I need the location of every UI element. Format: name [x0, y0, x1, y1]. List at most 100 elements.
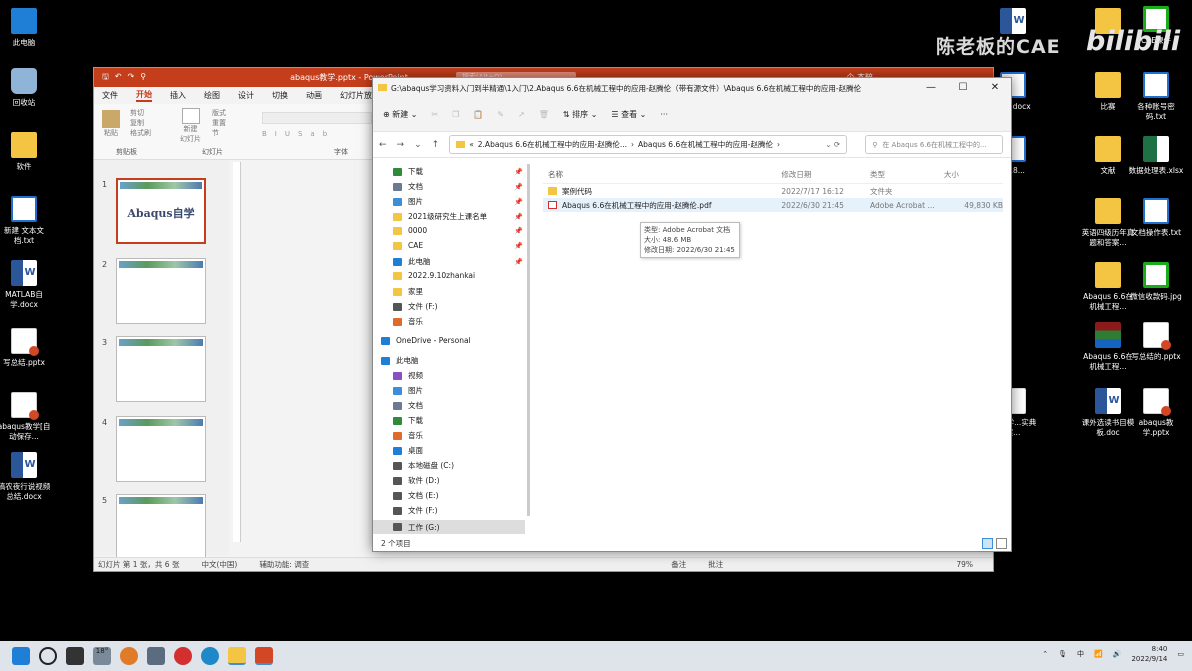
language-indicator[interactable]: 中文(中国)	[201, 559, 237, 570]
nav-item[interactable]: 本地磁盘 (C:)	[393, 460, 523, 471]
forward-arrow-icon[interactable]: →	[397, 140, 405, 150]
desktop-icon[interactable]: abaqus教学.pptx	[1128, 388, 1184, 438]
edge-browser-icon[interactable]	[201, 647, 219, 665]
zoom-level[interactable]: 79%	[956, 560, 973, 569]
dropdown-and-refresh-icon[interactable]: ⌄ ⟳	[825, 140, 840, 149]
cut-button[interactable]: 剪切	[130, 108, 151, 118]
maximize-button[interactable]: ☐	[947, 78, 979, 98]
format-painter-button[interactable]: 格式刷	[130, 128, 151, 138]
desktop-icon[interactable]: W 稿农夜行说视频总结.docx	[0, 452, 52, 502]
nav-item[interactable]: 图片 📌	[393, 196, 523, 207]
slide-thumbnail[interactable]: Abaqus自学	[116, 178, 206, 244]
nav-item[interactable]: 家里	[393, 286, 523, 297]
nav-item[interactable]: 图片	[393, 385, 523, 396]
section-button[interactable]: 节	[212, 128, 226, 138]
reset-button[interactable]: 重置	[212, 118, 226, 128]
desktop-icon[interactable]: 数据处理表.xlsx	[1128, 136, 1184, 176]
delete-icon[interactable]: 🗑	[539, 110, 549, 119]
accessibility-status[interactable]: 辅助功能: 调查	[259, 559, 309, 570]
breadcrumb-item[interactable]: 2.Abaqus 6.6在机械工程中的应用-赵腾伦...	[478, 139, 627, 150]
back-arrow-icon[interactable]: ←	[379, 140, 387, 150]
font-format-buttons[interactable]: BIUSab	[262, 130, 335, 138]
column-name[interactable]: 名称	[543, 169, 781, 180]
nav-item[interactable]: OneDrive - Personal	[381, 336, 511, 345]
tab-file[interactable]: 文件	[102, 90, 118, 101]
explorer-search-box[interactable]: ⚲ 在 Abaqus 6.6在机械工程中的...	[865, 135, 1004, 154]
input-method-icon[interactable]: 中	[1077, 649, 1084, 659]
desktop-icon[interactable]: 微信收款码.jpg	[1128, 262, 1184, 302]
details-view-icon[interactable]	[982, 538, 993, 549]
new-item-button[interactable]: ⊕ 新建 ⌄	[383, 109, 418, 120]
nav-item[interactable]: CAE 📌	[393, 241, 523, 250]
font-name-box[interactable]	[262, 112, 372, 124]
tiles-view-icon[interactable]	[996, 538, 1007, 549]
file-row[interactable]: 案例代码 2022/7/17 16:12 文件夹	[543, 184, 1003, 198]
recent-dropdown-icon[interactable]: ⌄	[414, 140, 422, 150]
slide-thumbnail[interactable]	[116, 258, 206, 324]
slide-thumbnail[interactable]	[116, 336, 206, 402]
start-icon[interactable]	[12, 647, 30, 665]
cut-icon[interactable]: ✂	[432, 110, 439, 119]
desktop-icon[interactable]: 各种账号密码.txt	[1128, 72, 1184, 122]
slide-thumbnail[interactable]	[116, 416, 206, 482]
navigation-pane[interactable]: 下载 📌 文档 📌 图片 📌 2021级研究生上课名单 📌 0000 📌 CAE 📌 此电脑 📌 2022.…	[373, 162, 525, 534]
nav-item[interactable]: 此电脑	[381, 355, 511, 366]
nav-item[interactable]: 文档 (E:)	[393, 490, 523, 501]
desktop-icon[interactable]: 新建 文本文档.txt	[0, 196, 52, 246]
desktop-icon[interactable]: 文档操作表.txt	[1128, 198, 1184, 238]
column-type[interactable]: 类型	[870, 169, 944, 180]
layout-button[interactable]: 版式	[212, 108, 226, 118]
address-bar[interactable]: « 2.Abaqus 6.6在机械工程中的应用-赵腾伦... › Abaqus …	[449, 135, 848, 154]
wifi-icon[interactable]: 📶	[1094, 650, 1103, 658]
nav-item[interactable]: 音乐	[393, 430, 523, 441]
tab-animations[interactable]: 动画	[306, 90, 322, 101]
search-icon[interactable]	[39, 647, 57, 665]
nav-item[interactable]: 音乐	[393, 316, 523, 327]
weather-icon[interactable]: 18°	[93, 647, 111, 665]
new-slide-button[interactable]: 新建 幻灯片	[180, 108, 201, 144]
file-list[interactable]: 名称 修改日期 类型 大小 案例代码 2022/7/17 16:12 文件夹 Abaq…	[543, 166, 1003, 212]
desktop-icon[interactable]: 写总结的.pptx	[1128, 322, 1184, 362]
file-explorer-taskbar-icon[interactable]	[228, 647, 246, 665]
nav-item[interactable]: 下载 📌	[393, 166, 523, 177]
up-arrow-icon[interactable]: ↑	[432, 140, 440, 150]
nav-item[interactable]: 软件 (D:)	[393, 475, 523, 486]
slide-thumbnail[interactable]	[116, 494, 206, 560]
file-row[interactable]: Abaqus 6.6在机械工程中的应用-赵腾伦.pdf 2022/6/30 21:…	[543, 198, 1003, 212]
microphone-icon[interactable]: 🎙	[1058, 650, 1067, 658]
close-button[interactable]: ✕	[979, 78, 1011, 98]
desktop-icon[interactable]: 回收站	[0, 68, 52, 108]
minimize-button[interactable]: —	[915, 78, 947, 98]
breadcrumb-item[interactable]: Abaqus 6.6在机械工程中的应用-赵腾伦	[638, 139, 773, 150]
paste-button[interactable]: 粘贴	[102, 110, 120, 138]
nav-item[interactable]: 下载	[393, 415, 523, 426]
app-icon[interactable]	[120, 647, 138, 665]
tab-transitions[interactable]: 切换	[272, 90, 288, 101]
notes-button[interactable]: 备注	[671, 559, 686, 570]
nav-item[interactable]: 视频	[393, 370, 523, 381]
paste-icon[interactable]: 📋	[473, 110, 483, 119]
tab-home[interactable]: 开始	[136, 89, 152, 102]
sort-button[interactable]: ⇅ 排序 ⌄	[563, 109, 598, 120]
view-button[interactable]: ☰ 查看 ⌄	[611, 109, 646, 120]
tray-chevron-icon[interactable]: ⌃	[1042, 650, 1048, 658]
desktop-icon[interactable]: abaqus教学[自动保存...	[0, 392, 52, 442]
slide-thumbnail-pane[interactable]: 1 Abaqus自学 2 3 4 5	[94, 160, 229, 560]
desktop-icon[interactable]: 写总结.pptx	[0, 328, 52, 368]
nav-item[interactable]: 0000 📌	[393, 226, 523, 235]
nav-item[interactable]: 桌面	[393, 445, 523, 456]
desktop-icon[interactable]: 软件	[0, 132, 52, 172]
task-view-icon[interactable]	[66, 647, 84, 665]
nav-item[interactable]: 此电脑 📌	[393, 256, 523, 267]
calculator-icon[interactable]	[147, 647, 165, 665]
tab-draw[interactable]: 绘图	[204, 90, 220, 101]
column-size[interactable]: 大小	[944, 169, 1003, 180]
rename-icon[interactable]: ✎	[497, 110, 504, 119]
nav-item[interactable]: 2021级研究生上课名单 📌	[393, 211, 523, 222]
nav-item[interactable]: 文件 (F:)	[393, 301, 523, 312]
powerpoint-taskbar-icon[interactable]	[255, 647, 273, 665]
volume-icon[interactable]: 🔊	[1113, 650, 1122, 658]
nav-scrollbar[interactable]	[527, 164, 530, 516]
desktop-icon[interactable]: W MATLAB自学.docx	[0, 260, 52, 310]
file-explorer-window[interactable]: G:\abaqus学习资料入门到半精通\1入门\2.Abaqus 6.6在机械工…	[372, 77, 1012, 552]
